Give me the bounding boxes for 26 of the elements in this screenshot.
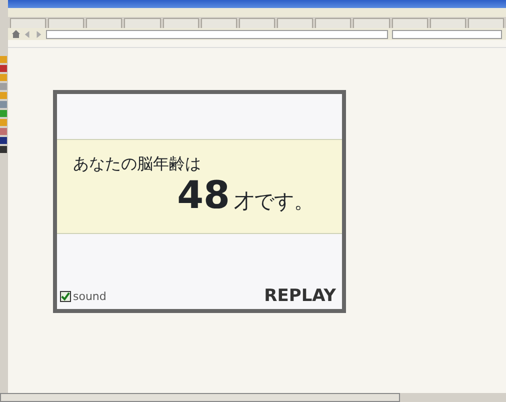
address-field[interactable] xyxy=(46,30,388,38)
browser-tab[interactable] xyxy=(353,18,390,28)
browser-tab[interactable] xyxy=(10,18,46,28)
browser-tab[interactable] xyxy=(238,18,276,28)
browser-tab[interactable] xyxy=(315,18,352,28)
browser-tab[interactable] xyxy=(200,18,237,28)
scrollbar-thumb[interactable] xyxy=(0,393,400,402)
forward-icon[interactable] xyxy=(35,30,42,38)
home-icon[interactable] xyxy=(12,30,20,38)
browser-tab[interactable] xyxy=(277,18,314,28)
sound-checkbox[interactable] xyxy=(60,291,71,302)
browser-tab[interactable] xyxy=(124,18,161,28)
search-field[interactable] xyxy=(392,30,502,38)
browser-tab[interactable] xyxy=(86,18,122,28)
sound-label: sound xyxy=(73,288,106,304)
result-prompt: あなたの脳年齢は xyxy=(73,153,202,175)
browser-tab[interactable] xyxy=(392,18,428,28)
browser-tab[interactable] xyxy=(162,18,199,28)
back-icon[interactable] xyxy=(24,30,31,38)
horizontal-scrollbar[interactable] xyxy=(0,393,506,402)
browser-tab[interactable] xyxy=(430,18,466,28)
age-suffix: 才です。 xyxy=(234,188,314,215)
brain-age-value: 48 xyxy=(177,176,230,214)
browser-tab[interactable] xyxy=(48,18,84,28)
replay-button[interactable]: REPLAY xyxy=(264,288,336,305)
browser-tab[interactable] xyxy=(468,18,504,28)
